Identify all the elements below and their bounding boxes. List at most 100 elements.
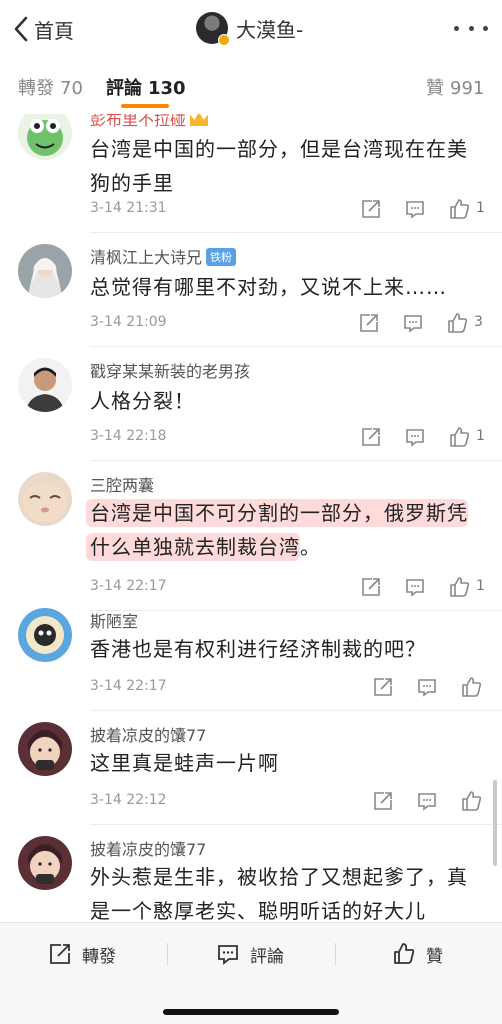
fan-badge: 铁粉 <box>206 248 237 266</box>
repost-icon[interactable] <box>358 312 382 336</box>
comment-meta: 3-14 22:12 <box>90 790 490 816</box>
commenter-name-text: 彭布里不拉碰 <box>90 114 187 129</box>
divider <box>335 943 336 965</box>
back-button[interactable]: 首頁 <box>12 14 74 44</box>
avatar[interactable] <box>18 472 72 526</box>
avatar[interactable] <box>18 244 72 298</box>
frog-avatar-icon <box>18 114 72 160</box>
commenter-name-text: 披着凉皮的馕77 <box>90 840 207 859</box>
author-info[interactable]: 大漠鱼- <box>196 12 304 46</box>
scrollbar[interactable] <box>493 780 497 866</box>
comment-meta: 3-14 21:09 3 <box>90 312 490 338</box>
comment-icon[interactable] <box>416 676 440 700</box>
avatar[interactable] <box>18 836 72 890</box>
like-icon[interactable] <box>446 312 470 336</box>
repost-icon[interactable] <box>372 790 396 814</box>
avatar[interactable] <box>18 114 72 160</box>
tab-reposts[interactable]: 轉發 70 <box>18 74 83 100</box>
comment-label: 評論 <box>250 946 284 967</box>
cartoon-avatar-icon <box>18 608 72 662</box>
comment-icon[interactable] <box>402 312 426 336</box>
tab-comments[interactable]: 評論 130 <box>106 74 186 100</box>
comment-button[interactable]: 評論 <box>216 939 284 969</box>
commenter-name[interactable]: 三腔两囊 <box>90 472 154 496</box>
home-indicator <box>163 1009 339 1015</box>
commenter-name[interactable]: 披着凉皮的馕77 <box>90 836 206 860</box>
commenter-name[interactable]: 清枫江上大诗兄 铁粉 <box>90 244 237 268</box>
repost-icon <box>50 944 70 964</box>
commenter-name[interactable]: 披着凉皮的馕77 <box>90 722 206 746</box>
baby-hood-avatar-icon <box>18 836 72 890</box>
commenter-name[interactable]: 戳穿某某新装的老男孩 <box>90 358 250 382</box>
baby-avatar-icon <box>18 472 72 526</box>
man-avatar-icon <box>18 358 72 412</box>
comment-text: 人格分裂！ <box>90 389 195 413</box>
comment-text: 外头惹是生非，被收拾了又想起爹了，真是一个憨厚老实、聪明听话的好大儿 <box>90 865 468 922</box>
repost-icon[interactable] <box>372 676 396 700</box>
commenter-name-text: 披着凉皮的馕77 <box>90 726 207 745</box>
comment-icon[interactable] <box>404 426 428 450</box>
comment-time: 3-14 22:17 <box>90 678 167 694</box>
divider <box>90 610 502 611</box>
divider <box>90 710 502 711</box>
repost-icon[interactable] <box>360 576 384 600</box>
avatar[interactable] <box>18 358 72 412</box>
tab-likes[interactable]: 贊 991 <box>426 74 484 100</box>
like-count: 1 <box>476 200 485 216</box>
divider <box>90 232 502 233</box>
tab-likes-count: 991 <box>450 78 485 99</box>
like-icon[interactable] <box>448 426 472 450</box>
comment-text: 台湾是中国的一部分，但是台湾现在在美狗的手里 <box>90 137 468 195</box>
commenter-name[interactable]: 斯陋室 <box>90 608 138 632</box>
repost-icon[interactable] <box>360 198 384 222</box>
divider <box>90 824 502 825</box>
like-count: 1 <box>476 578 485 594</box>
comment-text: 香港也是有权利进行经济制裁的吧？ <box>90 637 426 661</box>
highlighted-text: 什么单独就去制裁台湾 <box>86 533 300 561</box>
tab-comments-label: 評論 <box>106 78 142 99</box>
commenter-name-text: 清枫江上大诗兄 <box>90 248 203 267</box>
comment-icon[interactable] <box>416 790 440 814</box>
comment-text: 这里真是蛙声一片啊 <box>90 751 279 775</box>
comment-time: 3-14 21:09 <box>90 314 167 330</box>
comment-icon[interactable] <box>404 576 428 600</box>
back-label: 首頁 <box>34 18 74 43</box>
divider <box>167 943 168 965</box>
like-icon[interactable] <box>448 576 472 600</box>
avatar[interactable] <box>18 608 72 662</box>
like-icon[interactable] <box>460 790 484 814</box>
comment-meta: 3-14 22:17 1 <box>90 576 490 602</box>
verified-badge-icon <box>218 34 230 46</box>
like-icon[interactable] <box>448 198 472 222</box>
comment-time: 3-14 22:12 <box>90 792 167 808</box>
repost-icon[interactable] <box>360 426 384 450</box>
repost-label: 轉發 <box>82 946 116 967</box>
like-button[interactable]: 贊 <box>392 939 443 969</box>
like-icon[interactable] <box>460 676 484 700</box>
comment-text: 总觉得有哪里不对劲，又说不上来…… <box>90 275 447 299</box>
tab-comments-count: 130 <box>148 78 186 99</box>
engagement-tabs: 轉發 70 評論 130 贊 991 <box>0 60 502 114</box>
tab-reposts-label: 轉發 <box>18 78 54 99</box>
active-tab-indicator <box>121 104 169 108</box>
avatar[interactable] <box>18 722 72 776</box>
tab-likes-label: 贊 <box>426 78 444 99</box>
comment-meta: 3-14 21:31 1 <box>90 198 490 224</box>
commenter-name-text: 斯陋室 <box>90 612 139 631</box>
divider <box>90 460 502 461</box>
comment-icon[interactable] <box>404 198 428 222</box>
author-name: 大漠鱼- <box>236 17 304 42</box>
repost-button[interactable]: 轉發 <box>48 939 116 969</box>
comment-meta: 3-14 22:17 <box>90 676 490 702</box>
thumbs-up-icon <box>394 943 415 964</box>
comment-time: 3-14 21:31 <box>90 200 167 216</box>
like-count: 1 <box>476 428 485 444</box>
tab-reposts-count: 70 <box>60 78 83 99</box>
more-dots-icon[interactable] <box>454 18 488 38</box>
comment-time: 3-14 22:17 <box>90 578 167 594</box>
author-avatar[interactable] <box>196 12 230 46</box>
commenter-name-text: 三腔两囊 <box>90 476 155 495</box>
crown-icon <box>190 114 209 126</box>
commenter-name[interactable]: 彭布里不拉碰 <box>90 114 209 130</box>
character-avatar-icon <box>18 244 72 298</box>
